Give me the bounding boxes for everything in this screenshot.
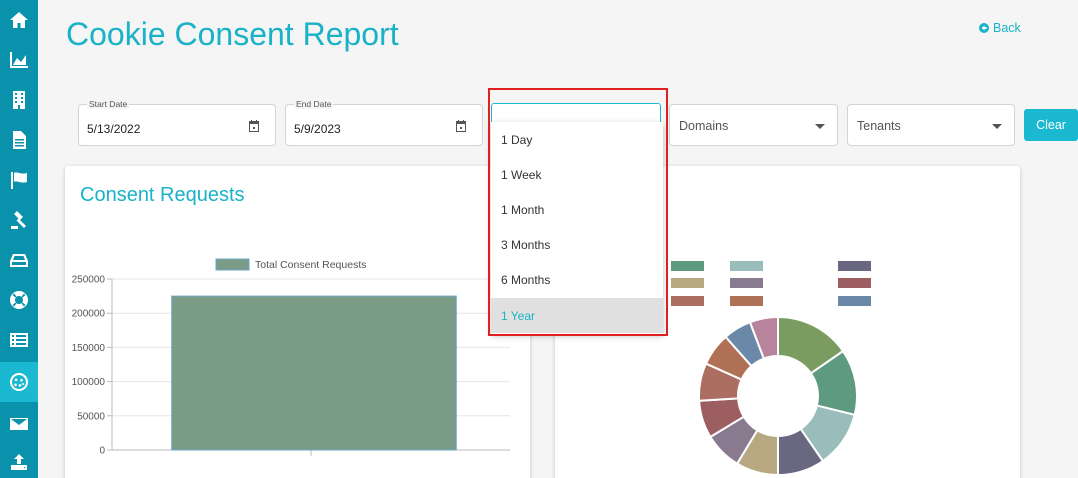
chevron-down-icon — [815, 124, 825, 129]
y-tick-label: 150000 — [72, 343, 106, 354]
legend-swatch — [215, 258, 250, 271]
page-title: Cookie Consent Report — [66, 16, 399, 52]
nav-storage[interactable] — [0, 240, 38, 280]
upload-icon — [11, 454, 27, 470]
domains-placeholder: Domains — [679, 119, 729, 133]
y-tick-label: 0 — [99, 446, 105, 457]
drive-icon — [10, 254, 28, 267]
start-date-value: 5/13/2022 — [87, 122, 141, 136]
end-date-label: End Date — [294, 99, 334, 109]
clear-button[interactable]: Clear — [1024, 109, 1078, 141]
consent-requests-card: Consent Requests 0 50000 100000 150000 20000… — [65, 166, 530, 478]
gavel-icon — [11, 211, 26, 229]
legend-swatch — [730, 296, 763, 306]
legend-swatch — [838, 261, 871, 271]
y-tick-label: 250000 — [72, 275, 106, 286]
domains-select[interactable]: Domains — [669, 104, 838, 146]
back-arrow-icon — [979, 23, 989, 33]
legend-label: Total Consent Requests — [255, 259, 366, 271]
back-link[interactable]: Back — [979, 21, 1021, 35]
legend-swatch — [730, 278, 763, 288]
consent-bar-chart: 0 50000 100000 150000 200000 250000 Total Cons… — [72, 258, 510, 457]
legend-swatch — [671, 261, 704, 271]
y-tick-label: 50000 — [77, 411, 105, 422]
building-icon — [13, 91, 25, 109]
legend-swatch — [730, 261, 763, 271]
legend-swatch — [838, 296, 871, 306]
nav-mail[interactable] — [0, 404, 38, 444]
start-date-label: Start Date — [87, 99, 130, 109]
nav-cookie-consent[interactable] — [0, 362, 38, 402]
nav-organizations[interactable] — [0, 80, 38, 120]
nav-documents[interactable] — [0, 120, 38, 160]
end-date-field[interactable]: End Date 5/9/2023 — [285, 99, 483, 146]
y-tick-label: 200000 — [72, 309, 106, 320]
nav-upload[interactable] — [0, 442, 38, 478]
tenants-select[interactable]: Tenants — [847, 104, 1015, 146]
flag-icon — [11, 172, 27, 189]
list-icon — [10, 333, 28, 347]
calendar-icon[interactable] — [454, 119, 468, 133]
chevron-down-icon — [992, 124, 1002, 129]
tenants-placeholder: Tenants — [857, 119, 901, 133]
bar[interactable] — [171, 295, 457, 451]
sidebar — [0, 0, 38, 478]
calendar-icon[interactable] — [247, 119, 261, 133]
start-date-field[interactable]: Start Date 5/13/2022 — [78, 99, 276, 146]
nav-support[interactable] — [0, 280, 38, 320]
nav-analytics[interactable] — [0, 40, 38, 80]
legend-swatch — [838, 278, 871, 288]
legend-swatch — [671, 278, 704, 288]
nav-flags[interactable] — [0, 160, 38, 200]
document-icon — [13, 131, 26, 149]
y-tick-label: 100000 — [72, 377, 106, 388]
dropdown-highlight-box — [488, 88, 668, 336]
nav-home[interactable] — [0, 0, 38, 40]
end-date-value: 5/9/2023 — [294, 122, 341, 136]
life-ring-icon — [10, 291, 29, 309]
nav-list[interactable] — [0, 320, 38, 360]
area-chart-icon — [10, 52, 28, 68]
nav-legal[interactable] — [0, 200, 38, 240]
cookie-icon — [10, 373, 29, 391]
home-icon — [10, 12, 28, 28]
back-label: Back — [993, 21, 1021, 35]
legend-swatch — [671, 296, 704, 306]
envelope-icon — [10, 418, 28, 430]
